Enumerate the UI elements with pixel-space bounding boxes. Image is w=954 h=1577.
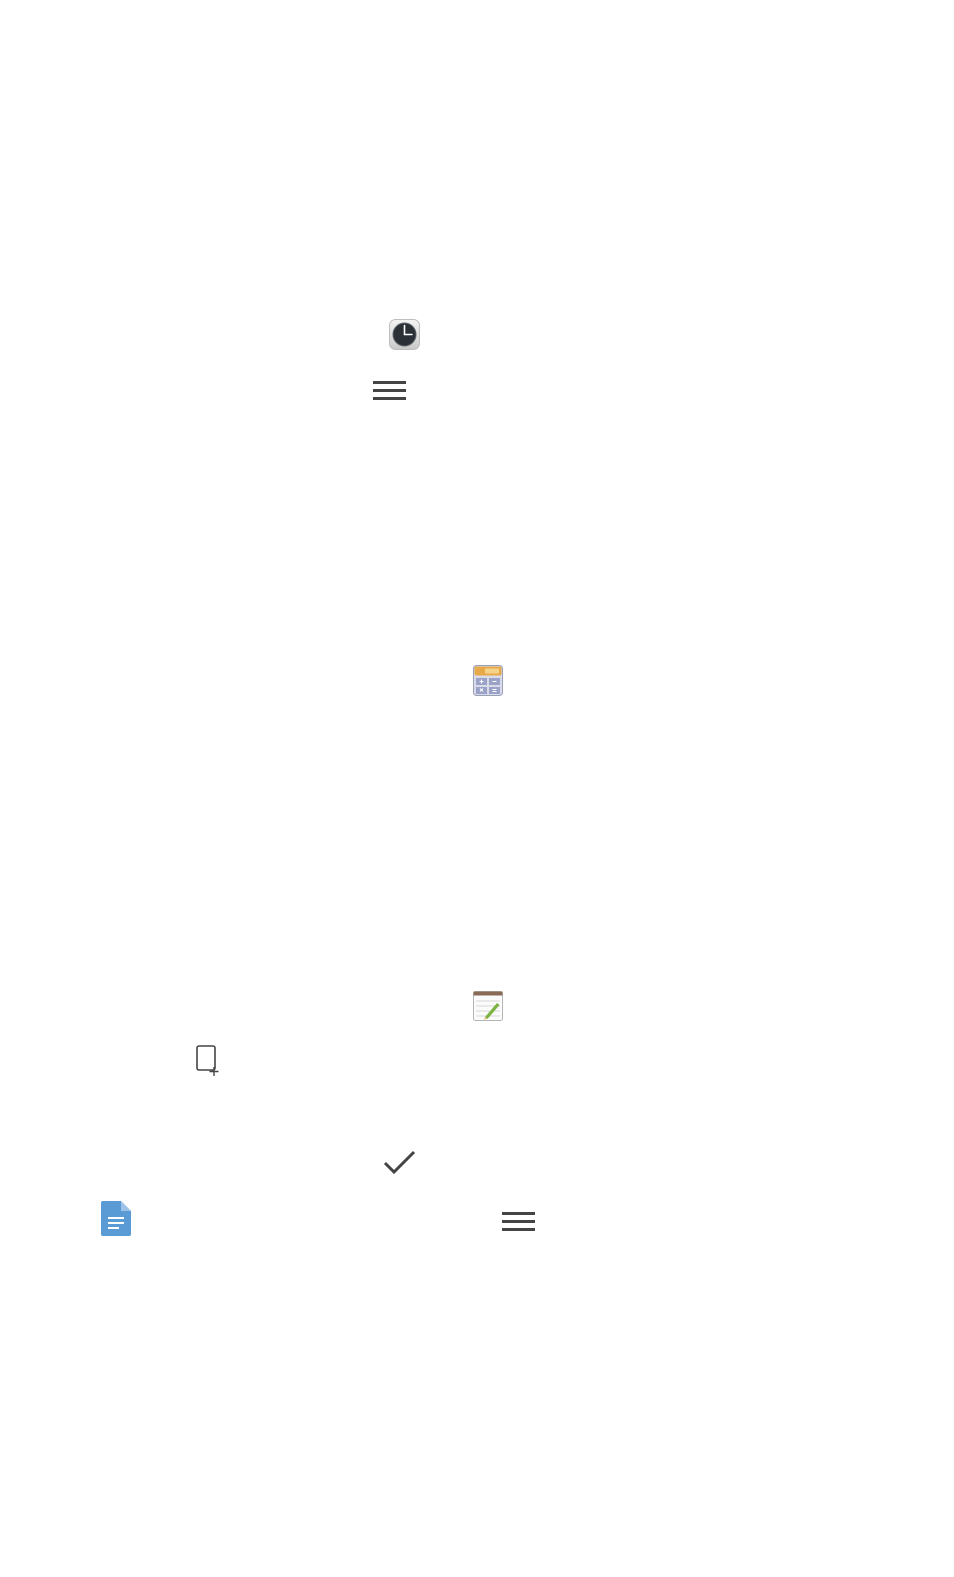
document-icon[interactable] (101, 1201, 131, 1236)
menu-icon[interactable] (373, 380, 406, 401)
add-screen-icon[interactable] (196, 1045, 222, 1077)
clock-app-icon[interactable] (389, 319, 420, 350)
menu-icon[interactable] (502, 1211, 535, 1233)
calculator-app-icon[interactable] (473, 665, 503, 696)
checkmark-icon[interactable] (383, 1150, 416, 1177)
notepad-app-icon[interactable] (473, 991, 503, 1021)
